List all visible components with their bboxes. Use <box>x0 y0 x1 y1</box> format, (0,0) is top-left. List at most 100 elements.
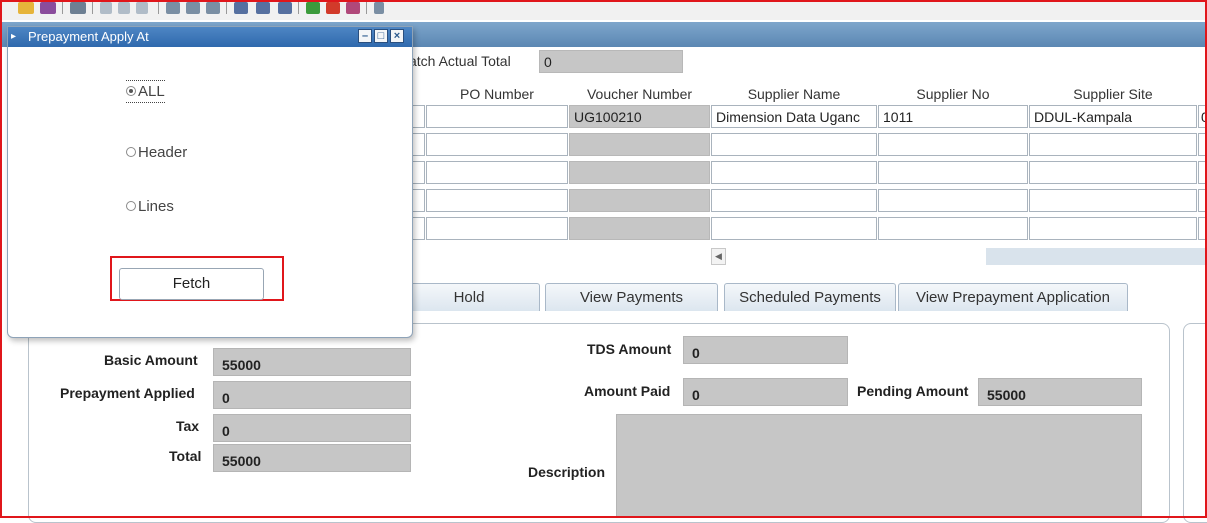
copy-icon[interactable] <box>118 2 130 14</box>
voucher-number-cell: UG100210 <box>569 105 710 128</box>
maximize-icon[interactable]: □ <box>374 29 388 43</box>
pending-amount-label: Pending Amount <box>857 383 969 399</box>
dialog-title: Prepayment Apply At <box>28 29 149 44</box>
po-number-cell[interactable] <box>426 105 568 128</box>
right-panel <box>1183 323 1207 523</box>
po-number-header: PO Number <box>460 86 534 102</box>
radio-all[interactable]: ALL <box>126 80 165 103</box>
scroll-track[interactable] <box>726 248 986 265</box>
toolbar-separator <box>62 2 63 14</box>
radio-header-label: Header <box>138 144 188 161</box>
tax-label: Tax <box>176 418 200 434</box>
description-label: Description <box>528 464 606 480</box>
toolbar-separator <box>158 2 159 14</box>
radio-all-label: ALL <box>138 83 165 100</box>
toolbar-separator <box>92 2 93 14</box>
clear-icon[interactable] <box>346 2 360 14</box>
back-icon[interactable] <box>234 2 248 14</box>
next-column-cell[interactable] <box>1198 161 1207 184</box>
supplier-name-cell[interactable]: Dimension Data Uganc <box>711 105 877 128</box>
toolbar <box>0 0 1207 20</box>
tax-field: 0 <box>213 414 411 442</box>
voucher-number-cell <box>569 217 710 240</box>
tds-amount-label: TDS Amount <box>587 341 672 357</box>
po-number-cell[interactable] <box>426 133 568 156</box>
toolbar-separator <box>298 2 299 14</box>
po-number-cell[interactable] <box>426 189 568 212</box>
tab-hold[interactable]: Hold <box>398 283 540 311</box>
basic-amount-label: Basic Amount <box>104 352 198 368</box>
po-number-cell[interactable] <box>426 217 568 240</box>
supplier-no-cell[interactable]: 1011 <box>878 105 1028 128</box>
tab-view-payments[interactable]: View Payments <box>545 283 718 311</box>
supplier-name-cell[interactable] <box>711 217 877 240</box>
po-number-cell[interactable] <box>426 161 568 184</box>
supplier-site-cell[interactable]: DDUL-Kampala <box>1029 105 1197 128</box>
voucher-number-cell <box>569 133 710 156</box>
find-icon[interactable] <box>166 2 180 14</box>
delete-record-icon[interactable] <box>326 2 340 14</box>
app-icon: ▸ <box>11 31 17 42</box>
toolbar-separator <box>366 2 367 14</box>
supplier-site-header: Supplier Site <box>1073 86 1153 102</box>
total-field: 55000 <box>213 444 411 472</box>
batch-actual-total-field: 0 <box>539 50 683 73</box>
minimize-icon[interactable]: – <box>358 29 372 43</box>
batch-actual-total-label: atch Actual Total <box>409 53 511 69</box>
forward-icon[interactable] <box>256 2 270 14</box>
supplier-site-cell[interactable] <box>1029 133 1197 156</box>
radio-lines-label: Lines <box>138 198 174 215</box>
supplier-no-cell[interactable] <box>878 133 1028 156</box>
supplier-name-cell[interactable] <box>711 133 877 156</box>
description-field[interactable] <box>616 414 1142 518</box>
next-icon[interactable] <box>278 2 292 14</box>
radio-header[interactable]: Header <box>126 144 187 161</box>
next-column-cell[interactable] <box>1198 189 1207 212</box>
toolbar-separator <box>226 2 227 14</box>
close-icon[interactable]: × <box>390 29 404 43</box>
supplier-name-cell[interactable] <box>711 161 877 184</box>
basic-amount-field: 55000 <box>213 348 411 376</box>
supplier-site-cell[interactable] <box>1029 217 1197 240</box>
supplier-no-cell[interactable] <box>878 189 1028 212</box>
save-icon[interactable] <box>40 2 56 14</box>
next-column-cell[interactable] <box>1198 217 1207 240</box>
tab-view-prepayment-application[interactable]: View Prepayment Application <box>898 283 1128 311</box>
next-column-cell[interactable]: 0 <box>1198 105 1207 128</box>
next-column-cell[interactable] <box>1198 133 1207 156</box>
radio-selected-icon <box>126 86 136 96</box>
cut-icon[interactable] <box>100 2 112 14</box>
total-label: Total <box>169 448 202 464</box>
tds-amount-field: 0 <box>683 336 848 364</box>
supplier-no-cell[interactable] <box>878 217 1028 240</box>
horizontal-scrollbar[interactable]: ◀ <box>711 248 1207 265</box>
tab-scheduled-payments[interactable]: Scheduled Payments <box>724 283 896 311</box>
attachment-icon[interactable] <box>206 2 220 14</box>
supplier-site-cell[interactable] <box>1029 189 1197 212</box>
new-record-icon[interactable] <box>306 2 320 14</box>
zoom-icon[interactable] <box>186 2 200 14</box>
voucher-number-header: Voucher Number <box>586 86 693 102</box>
supplier-name-cell[interactable] <box>711 189 877 212</box>
amount-paid-field: 0 <box>683 378 848 406</box>
paste-icon[interactable] <box>136 2 148 14</box>
open-icon[interactable] <box>18 2 34 14</box>
dialog-titlebar[interactable]: ▸ Prepayment Apply At <box>8 27 412 47</box>
radio-unselected-icon <box>126 147 136 157</box>
fetch-button[interactable]: Fetch <box>119 268 264 300</box>
supplier-no-cell[interactable] <box>878 161 1028 184</box>
print-icon[interactable] <box>70 2 86 14</box>
voucher-number-cell <box>569 189 710 212</box>
prepayment-applied-label: Prepayment Applied <box>60 385 195 401</box>
help-icon[interactable] <box>374 2 384 14</box>
scroll-left-icon[interactable]: ◀ <box>711 248 726 265</box>
supplier-name-header: Supplier Name <box>747 86 841 102</box>
supplier-no-header: Supplier No <box>916 86 990 102</box>
prepayment-apply-at-dialog: ▸ Prepayment Apply At – □ × ALL Header L… <box>7 26 413 338</box>
amount-paid-label: Amount Paid <box>584 383 671 399</box>
voucher-number-cell <box>569 161 710 184</box>
radio-unselected-icon <box>126 201 136 211</box>
radio-lines[interactable]: Lines <box>126 198 174 215</box>
supplier-site-cell[interactable] <box>1029 161 1197 184</box>
prepayment-applied-field: 0 <box>213 381 411 409</box>
